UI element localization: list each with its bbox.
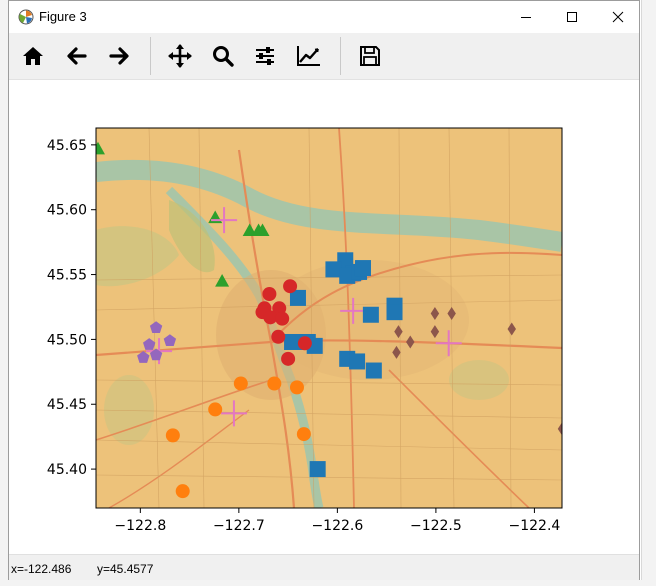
title-bar[interactable]: Figure 3 — [9, 1, 639, 33]
magnifier-icon — [213, 46, 234, 67]
series-3-point-5 — [263, 310, 278, 325]
y-tick-label: 45.40 — [47, 462, 87, 478]
x-tick-label: −122.5 — [410, 518, 462, 534]
series-2-point-1 — [325, 261, 342, 278]
series-2-point-15 — [365, 362, 382, 379]
series-6-point-3 — [208, 402, 223, 417]
minimize-icon — [521, 17, 531, 18]
matplotlib-icon — [18, 9, 34, 25]
series-2-point-14 — [349, 353, 366, 370]
forward-button[interactable] — [103, 40, 135, 72]
y-tick-label: 45.55 — [47, 268, 87, 284]
sliders-icon — [256, 47, 274, 65]
toolbar-separator — [150, 37, 151, 75]
series-2-point-9 — [362, 306, 379, 323]
line-chart-icon — [297, 46, 320, 66]
cursor-y-readout: y=45.4577 — [97, 562, 154, 576]
maximize-button[interactable] — [549, 1, 595, 33]
series-3-point-0 — [262, 287, 277, 302]
series-6-point-4 — [165, 428, 180, 443]
series-3-point-8 — [297, 336, 312, 351]
scatter-plot[interactable]: −122.8 −122.7 −122.6 −122.5 −122.4 45.40 45.45… — [9, 80, 639, 554]
floppy-disk-icon — [360, 46, 380, 66]
series-3-point-9 — [281, 351, 296, 366]
back-button[interactable] — [61, 40, 93, 72]
background-app-right — [641, 0, 656, 586]
series-2-point-5 — [354, 260, 371, 277]
pan-button[interactable] — [164, 40, 196, 72]
y-tick-label: 45.45 — [47, 397, 87, 413]
x-tick-label: −122.8 — [114, 518, 166, 534]
series-6-point-2 — [289, 380, 304, 395]
y-tick-label: 45.65 — [47, 138, 87, 154]
y-tick-label: 45.60 — [47, 203, 87, 219]
background-app-bottom — [0, 580, 656, 586]
window-title: Figure 3 — [39, 9, 87, 24]
x-tick-label: −122.6 — [311, 518, 363, 534]
subplots-button[interactable] — [249, 40, 281, 72]
series-2-point-16 — [309, 461, 326, 478]
edit-axes-button[interactable] — [293, 40, 325, 72]
home-button[interactable] — [17, 40, 49, 72]
close-button[interactable] — [595, 1, 641, 33]
series-2-point-10 — [284, 333, 301, 350]
series-6-point-5 — [296, 427, 311, 442]
x-tick-label: −122.4 — [509, 518, 561, 534]
series-3-point-1 — [283, 279, 298, 294]
cursor-x-readout: x=-122.486 — [11, 562, 72, 576]
figure-canvas[interactable]: −122.8 −122.7 −122.6 −122.5 −122.4 45.40 45.45… — [9, 80, 639, 554]
status-bar: x=-122.486 y=45.4577 — [9, 554, 639, 580]
series-2-point-8 — [386, 304, 403, 321]
series-6-point-1 — [267, 376, 282, 391]
arrow-left-icon — [67, 47, 87, 65]
save-button[interactable] — [354, 40, 386, 72]
y-tick-label: 45.50 — [47, 332, 87, 348]
arrow-right-icon — [109, 47, 129, 65]
series-6-point-0 — [233, 376, 248, 391]
maximize-icon — [567, 12, 577, 22]
zoom-button[interactable] — [207, 40, 239, 72]
series-3-point-7 — [271, 329, 286, 344]
navigation-toolbar — [9, 33, 639, 80]
toolbar-separator — [340, 37, 341, 75]
close-icon — [612, 11, 624, 23]
minimize-button[interactable] — [503, 1, 549, 33]
move-icon — [168, 44, 192, 68]
figure-window: Figure 3 −122.8 −122.7 −122.6 −122.5 −12… — [8, 0, 640, 580]
series-3-point-6 — [275, 311, 290, 326]
street-map-basemap — [96, 128, 562, 508]
x-tick-label: −122.7 — [213, 518, 265, 534]
series-6-point-6 — [175, 484, 190, 499]
home-icon — [23, 47, 43, 65]
